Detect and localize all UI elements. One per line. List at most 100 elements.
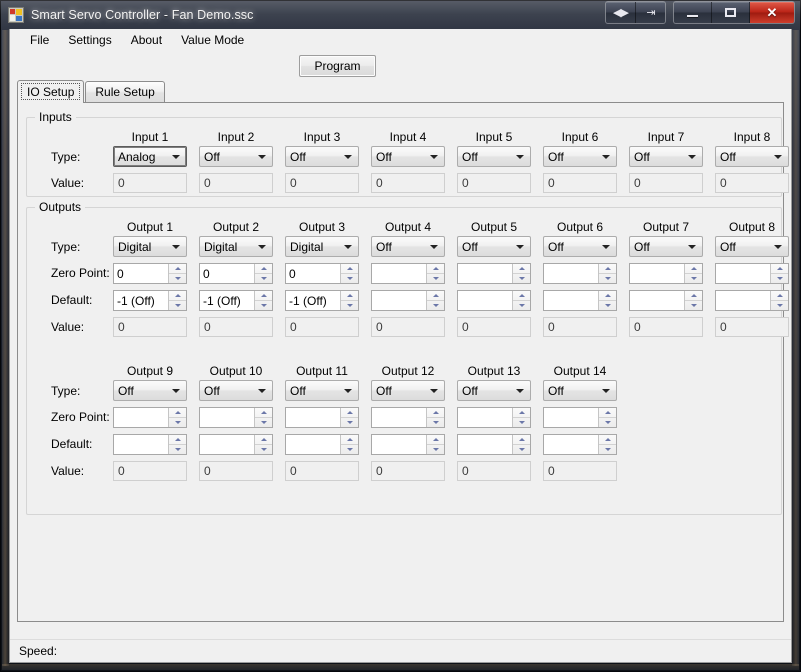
- output-6-zero-point-stepper[interactable]: [543, 263, 617, 284]
- spinner-up-icon[interactable]: [427, 408, 444, 418]
- output-11-type-combo[interactable]: Off: [285, 380, 359, 401]
- spinner-up-icon[interactable]: [599, 408, 616, 418]
- output-10-default-stepper[interactable]: [199, 434, 273, 455]
- spinner-down-icon[interactable]: [427, 445, 444, 454]
- output-8-type-combo[interactable]: Off: [715, 236, 789, 257]
- output-3-default-stepper[interactable]: -1 (Off): [285, 290, 359, 311]
- output-10-zero-point-stepper[interactable]: [199, 407, 273, 428]
- spinner-down-icon[interactable]: [255, 418, 272, 427]
- spinner-up-icon[interactable]: [169, 435, 186, 445]
- spinner-down-icon[interactable]: [169, 445, 186, 454]
- spinner-down-icon[interactable]: [599, 301, 616, 310]
- input-1-type-combo[interactable]: Analog: [113, 146, 187, 167]
- input-3-type-combo[interactable]: Off: [285, 146, 359, 167]
- output-5-default-stepper[interactable]: [457, 290, 531, 311]
- spinner-down-icon[interactable]: [771, 301, 788, 310]
- spinner-up-icon[interactable]: [255, 408, 272, 418]
- spinner-up-icon[interactable]: [599, 264, 616, 274]
- resize-left-right-icon[interactable]: ◀▶: [606, 2, 636, 23]
- output-2-zero-point-stepper[interactable]: 0: [199, 263, 273, 284]
- maximize-button[interactable]: [712, 2, 750, 23]
- output-1-zero-point-stepper[interactable]: 0: [113, 263, 187, 284]
- spinner-down-icon[interactable]: [599, 274, 616, 283]
- spinner-down-icon[interactable]: [513, 445, 530, 454]
- output-14-zero-point-stepper[interactable]: [543, 407, 617, 428]
- spinner-down-icon[interactable]: [169, 301, 186, 310]
- menu-settings[interactable]: Settings: [59, 30, 121, 50]
- spinner-up-icon[interactable]: [427, 435, 444, 445]
- spinner-down-icon[interactable]: [427, 418, 444, 427]
- output-7-zero-point-stepper[interactable]: [629, 263, 703, 284]
- output-3-type-combo[interactable]: Digital: [285, 236, 359, 257]
- spinner-up-icon[interactable]: [771, 291, 788, 301]
- spinner-down-icon[interactable]: [599, 445, 616, 454]
- spinner-down-icon[interactable]: [169, 418, 186, 427]
- spinner-down-icon[interactable]: [771, 274, 788, 283]
- output-13-zero-point-stepper[interactable]: [457, 407, 531, 428]
- output-4-default-stepper[interactable]: [371, 290, 445, 311]
- output-1-default-stepper[interactable]: -1 (Off): [113, 290, 187, 311]
- spinner-up-icon[interactable]: [255, 435, 272, 445]
- output-5-zero-point-stepper[interactable]: [457, 263, 531, 284]
- output-8-zero-point-stepper[interactable]: [715, 263, 789, 284]
- spinner-up-icon[interactable]: [255, 291, 272, 301]
- spinner-up-icon[interactable]: [255, 264, 272, 274]
- spinner-down-icon[interactable]: [513, 301, 530, 310]
- output-13-default-stepper[interactable]: [457, 434, 531, 455]
- spinner-up-icon[interactable]: [685, 264, 702, 274]
- output-11-zero-point-stepper[interactable]: [285, 407, 359, 428]
- output-12-zero-point-stepper[interactable]: [371, 407, 445, 428]
- spinner-up-icon[interactable]: [599, 291, 616, 301]
- output-14-type-combo[interactable]: Off: [543, 380, 617, 401]
- output-12-type-combo[interactable]: Off: [371, 380, 445, 401]
- spinner-down-icon[interactable]: [255, 274, 272, 283]
- spinner-down-icon[interactable]: [341, 301, 358, 310]
- spinner-up-icon[interactable]: [341, 408, 358, 418]
- spinner-up-icon[interactable]: [599, 435, 616, 445]
- output-6-default-stepper[interactable]: [543, 290, 617, 311]
- spinner-down-icon[interactable]: [341, 274, 358, 283]
- output-2-type-combo[interactable]: Digital: [199, 236, 273, 257]
- spinner-up-icon[interactable]: [169, 291, 186, 301]
- spinner-up-icon[interactable]: [341, 435, 358, 445]
- output-9-default-stepper[interactable]: [113, 434, 187, 455]
- input-2-type-combo[interactable]: Off: [199, 146, 273, 167]
- spinner-down-icon[interactable]: [341, 445, 358, 454]
- input-6-type-combo[interactable]: Off: [543, 146, 617, 167]
- spinner-up-icon[interactable]: [427, 264, 444, 274]
- spinner-down-icon[interactable]: [427, 274, 444, 283]
- spinner-up-icon[interactable]: [169, 408, 186, 418]
- spinner-down-icon[interactable]: [513, 418, 530, 427]
- tab-io-setup[interactable]: IO Setup: [17, 80, 85, 103]
- input-5-type-combo[interactable]: Off: [457, 146, 531, 167]
- minimize-button[interactable]: [674, 2, 712, 23]
- output-13-type-combo[interactable]: Off: [457, 380, 531, 401]
- output-9-zero-point-stepper[interactable]: [113, 407, 187, 428]
- input-7-type-combo[interactable]: Off: [629, 146, 703, 167]
- output-8-default-stepper[interactable]: [715, 290, 789, 311]
- output-3-zero-point-stepper[interactable]: 0: [285, 263, 359, 284]
- spinner-up-icon[interactable]: [513, 408, 530, 418]
- output-4-zero-point-stepper[interactable]: [371, 263, 445, 284]
- close-button[interactable]: ✕: [750, 2, 794, 23]
- input-4-type-combo[interactable]: Off: [371, 146, 445, 167]
- spinner-up-icon[interactable]: [513, 291, 530, 301]
- output-9-type-combo[interactable]: Off: [113, 380, 187, 401]
- spinner-up-icon[interactable]: [341, 291, 358, 301]
- program-button[interactable]: Program: [299, 55, 376, 77]
- output-14-default-stepper[interactable]: [543, 434, 617, 455]
- spinner-down-icon[interactable]: [599, 418, 616, 427]
- menu-file[interactable]: File: [21, 30, 59, 50]
- spinner-down-icon[interactable]: [685, 301, 702, 310]
- spinner-down-icon[interactable]: [169, 274, 186, 283]
- output-12-default-stepper[interactable]: [371, 434, 445, 455]
- menu-about[interactable]: About: [122, 30, 172, 50]
- output-4-type-combo[interactable]: Off: [371, 236, 445, 257]
- output-5-type-combo[interactable]: Off: [457, 236, 531, 257]
- spinner-down-icon[interactable]: [513, 274, 530, 283]
- output-10-type-combo[interactable]: Off: [199, 380, 273, 401]
- spinner-down-icon[interactable]: [341, 418, 358, 427]
- output-7-default-stepper[interactable]: [629, 290, 703, 311]
- spinner-up-icon[interactable]: [169, 264, 186, 274]
- spinner-up-icon[interactable]: [513, 264, 530, 274]
